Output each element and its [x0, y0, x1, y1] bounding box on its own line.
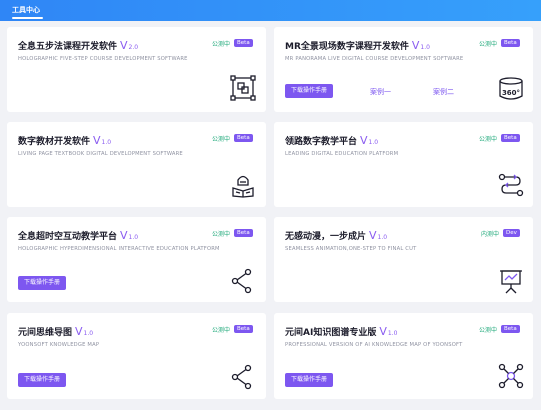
tool-card-digital-textbook[interactable]: 数字教材开发软件 V1.0 LIVING PAGE TEXTBOOK DIGITA…	[7, 122, 266, 207]
network-graph-icon	[498, 363, 524, 389]
status-badge: Beta	[501, 325, 520, 333]
status-label: 公测中	[212, 327, 231, 334]
panorama-360-icon: 360°	[498, 76, 524, 102]
card-title: 无感动漫，一步成片 V1.0	[285, 229, 388, 242]
tool-center-tab[interactable]: 工具中心	[12, 5, 40, 15]
status-badge: Beta	[501, 39, 520, 47]
status-label: 内测中	[481, 231, 500, 238]
share-nodes-icon	[230, 364, 256, 390]
card-title: 数字教材开发软件 V1.0	[18, 134, 112, 147]
card-title: 领路数字教学平台 V1.0	[285, 134, 379, 147]
tool-card-yoonsoft-knowledge-map[interactable]: 元间思维导图 V1.0 YOONSOFT KNOWLEDGE MAP 公测中 Be…	[7, 313, 266, 399]
card-subtitle: YOONSOFT KNOWLEDGE MAP	[18, 342, 100, 348]
status-badge: Dev	[503, 229, 520, 237]
download-manual-button[interactable]: 下载操作手册	[18, 276, 67, 290]
status-badge: Beta	[234, 229, 253, 237]
status-badge: Beta	[501, 134, 520, 142]
status-label: 公测中	[212, 231, 231, 238]
status-badge: Beta	[234, 134, 253, 142]
status-badge: Beta	[234, 39, 253, 47]
case-one-link[interactable]: 案例一	[370, 87, 391, 97]
download-manual-button[interactable]: 下载操作手册	[285, 84, 334, 98]
textbook-icon	[230, 172, 256, 198]
card-subtitle: SEAMLESS ANIMATION,ONE-STEP TO FINAL CUT	[285, 246, 417, 252]
tool-card-leading-platform[interactable]: 领路数字教学平台 V1.0 LEADING DIGITAL EDUCATION P…	[274, 122, 533, 207]
status-label: 公测中	[212, 136, 231, 143]
presentation-board-icon	[498, 268, 524, 294]
tool-card-ai-knowledge-map-pro[interactable]: 元间AI知识图谱专业版 V1.0 PROFESSIONAL VERSION OF …	[274, 313, 533, 399]
card-subtitle: LEADING DIGITAL EDUCATION PLATFORM	[285, 151, 399, 157]
card-title: 全息五步法课程开发软件 V2.0	[18, 39, 139, 52]
route-icon	[498, 172, 524, 198]
tool-card-mr-panorama[interactable]: MR全景现场数字课程开发软件 V1.0 MR PANORAMA LIVE DIGI…	[274, 27, 533, 112]
tool-card-holographic-five-step[interactable]: 全息五步法课程开发软件 V2.0 HOLOGRAPHIC FIVE-STEP CO…	[7, 27, 266, 112]
card-title: 全息超时空互动教学平台 V1.0	[18, 229, 139, 242]
status-label: 公测中	[479, 136, 498, 143]
card-subtitle: MR PANORAMA LIVE DIGITAL COURSE DEVELOPM…	[285, 56, 464, 62]
download-manual-button[interactable]: 下载操作手册	[285, 373, 334, 387]
case-two-link[interactable]: 案例二	[433, 87, 454, 97]
card-subtitle: LIVING PAGE TEXTBOOK DIGITAL DEVELOPMENT…	[18, 151, 183, 157]
card-subtitle: HOLOGRAPHIC FIVE-STEP COURSE DEVELOPMENT…	[18, 56, 188, 62]
tool-card-hyperdimensional-platform[interactable]: 全息超时空互动教学平台 V1.0 HOLOGRAPHIC HYPERDIMENSI…	[7, 217, 266, 302]
top-bar: 工具中心	[0, 0, 541, 21]
status-label: 公测中	[479, 327, 498, 334]
status-badge: Beta	[234, 325, 253, 333]
card-subtitle: PROFESSIONAL VERSION OF AI KNOWLEDGE MAP…	[285, 342, 463, 348]
share-nodes-icon	[230, 268, 256, 294]
square-flow-icon	[230, 75, 256, 101]
card-title: MR全景现场数字课程开发软件 V1.0	[285, 39, 430, 52]
status-label: 公测中	[212, 41, 231, 48]
card-title: 元间AI知识图谱专业版 V1.0	[285, 325, 398, 338]
svg-text:360°: 360°	[502, 89, 520, 97]
active-tab-indicator	[12, 17, 43, 19]
tool-card-seamless-animation[interactable]: 无感动漫，一步成片 V1.0 SEAMLESS ANIMATION,ONE-STE…	[274, 217, 533, 302]
card-title: 元间思维导图 V1.0	[18, 325, 94, 338]
status-label: 公测中	[479, 41, 498, 48]
card-subtitle: HOLOGRAPHIC HYPERDIMENSIONAL INTERACTIVE…	[18, 246, 220, 252]
download-manual-button[interactable]: 下载操作手册	[18, 373, 67, 387]
